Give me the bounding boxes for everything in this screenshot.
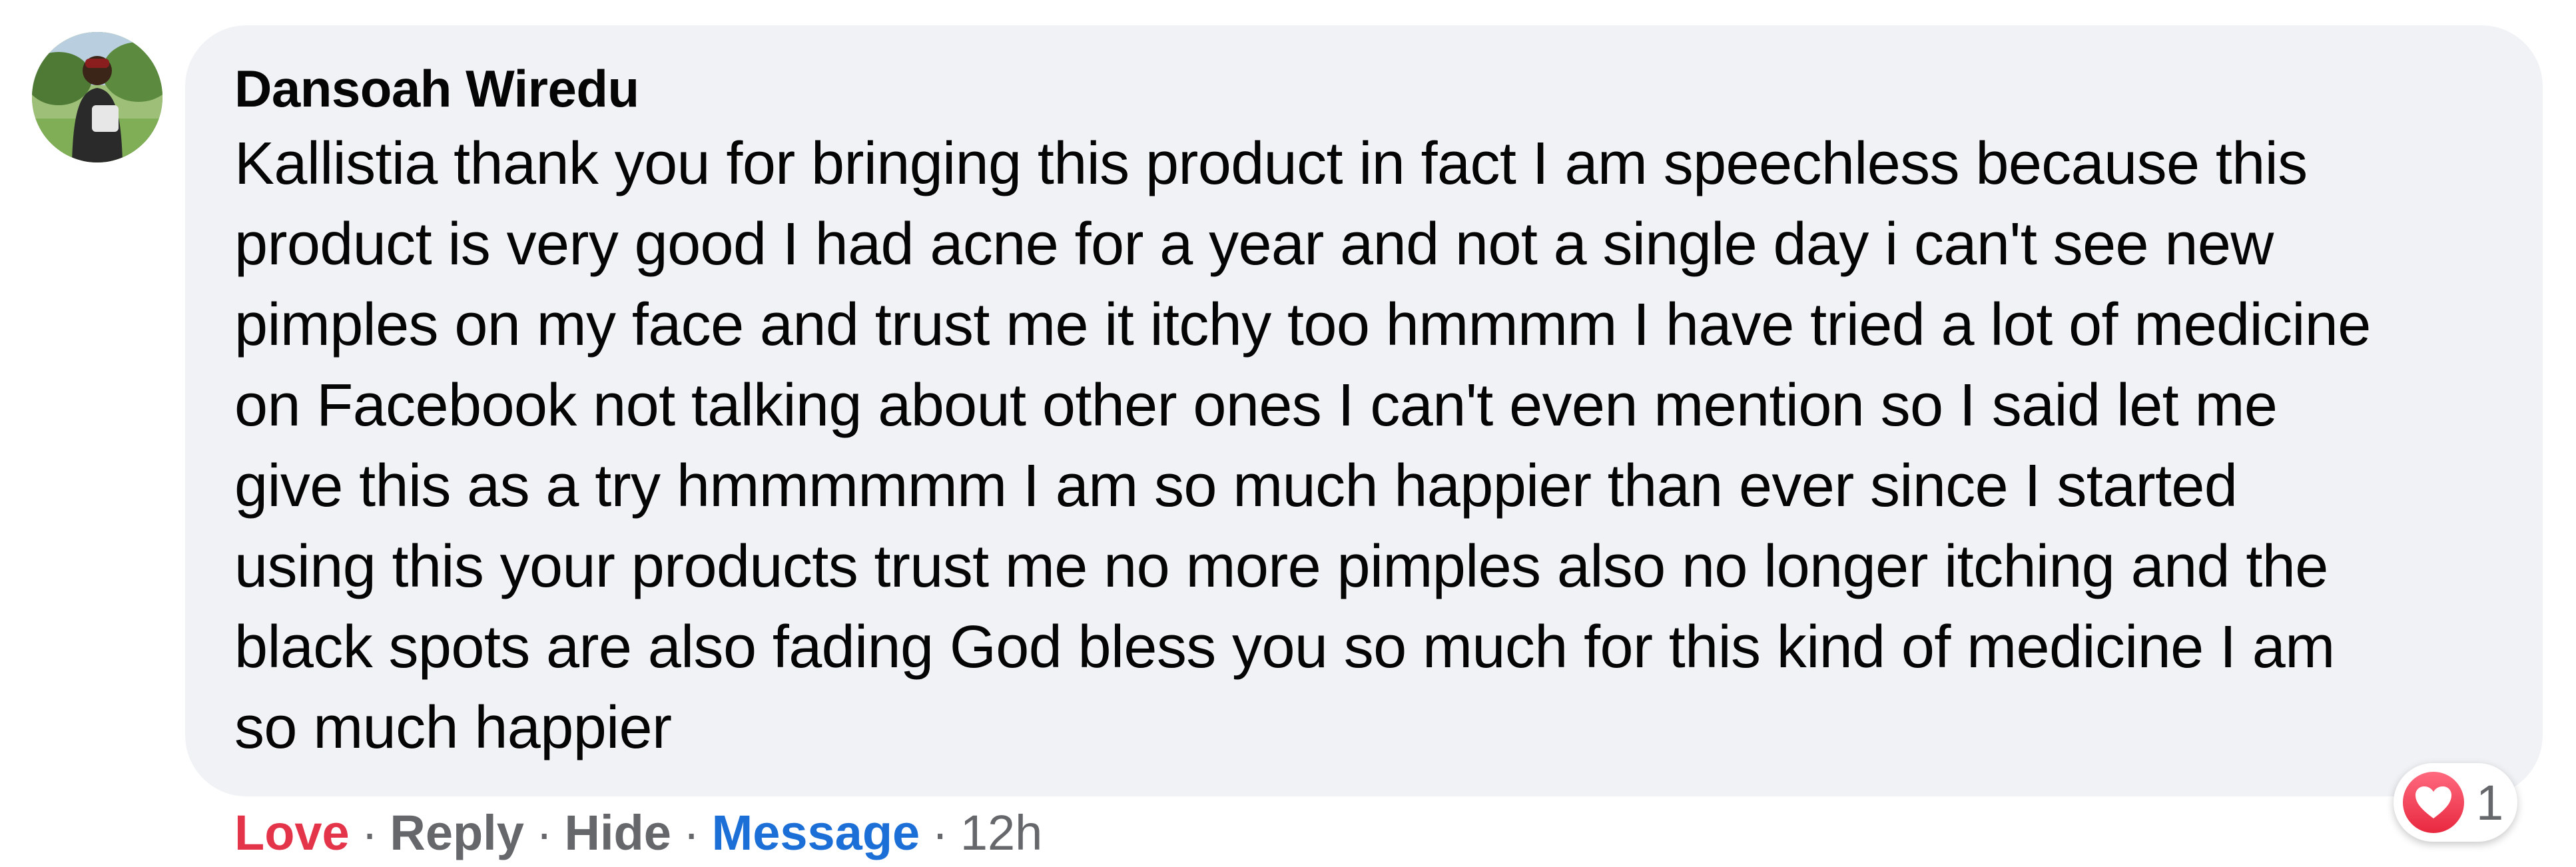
comment-bubble: Dansoah Wiredu Kallistia thank you for b… bbox=[185, 25, 2543, 796]
hide-button[interactable]: Hide bbox=[565, 804, 671, 861]
comment-author[interactable]: Dansoah Wiredu bbox=[234, 59, 2503, 119]
avatar[interactable] bbox=[32, 32, 162, 162]
comment-text: Kallistia thank you for bringing this pr… bbox=[234, 131, 2371, 761]
reaction-summary[interactable]: 1 bbox=[2394, 763, 2517, 842]
separator-dot: · bbox=[683, 804, 700, 860]
separator-dot: · bbox=[535, 804, 553, 860]
comment-actions: Love · Reply · Hide · Message · 12h bbox=[234, 799, 1042, 866]
reply-button[interactable]: Reply bbox=[390, 804, 524, 861]
separator-dot: · bbox=[932, 804, 948, 860]
message-button[interactable]: Message bbox=[712, 804, 920, 861]
love-button[interactable]: Love bbox=[234, 804, 350, 861]
heart-icon bbox=[2403, 772, 2464, 833]
separator-dot: · bbox=[361, 804, 378, 860]
reaction-count: 1 bbox=[2476, 774, 2504, 830]
avatar-photo bbox=[32, 32, 162, 162]
comment-timestamp[interactable]: 12h bbox=[960, 804, 1042, 861]
